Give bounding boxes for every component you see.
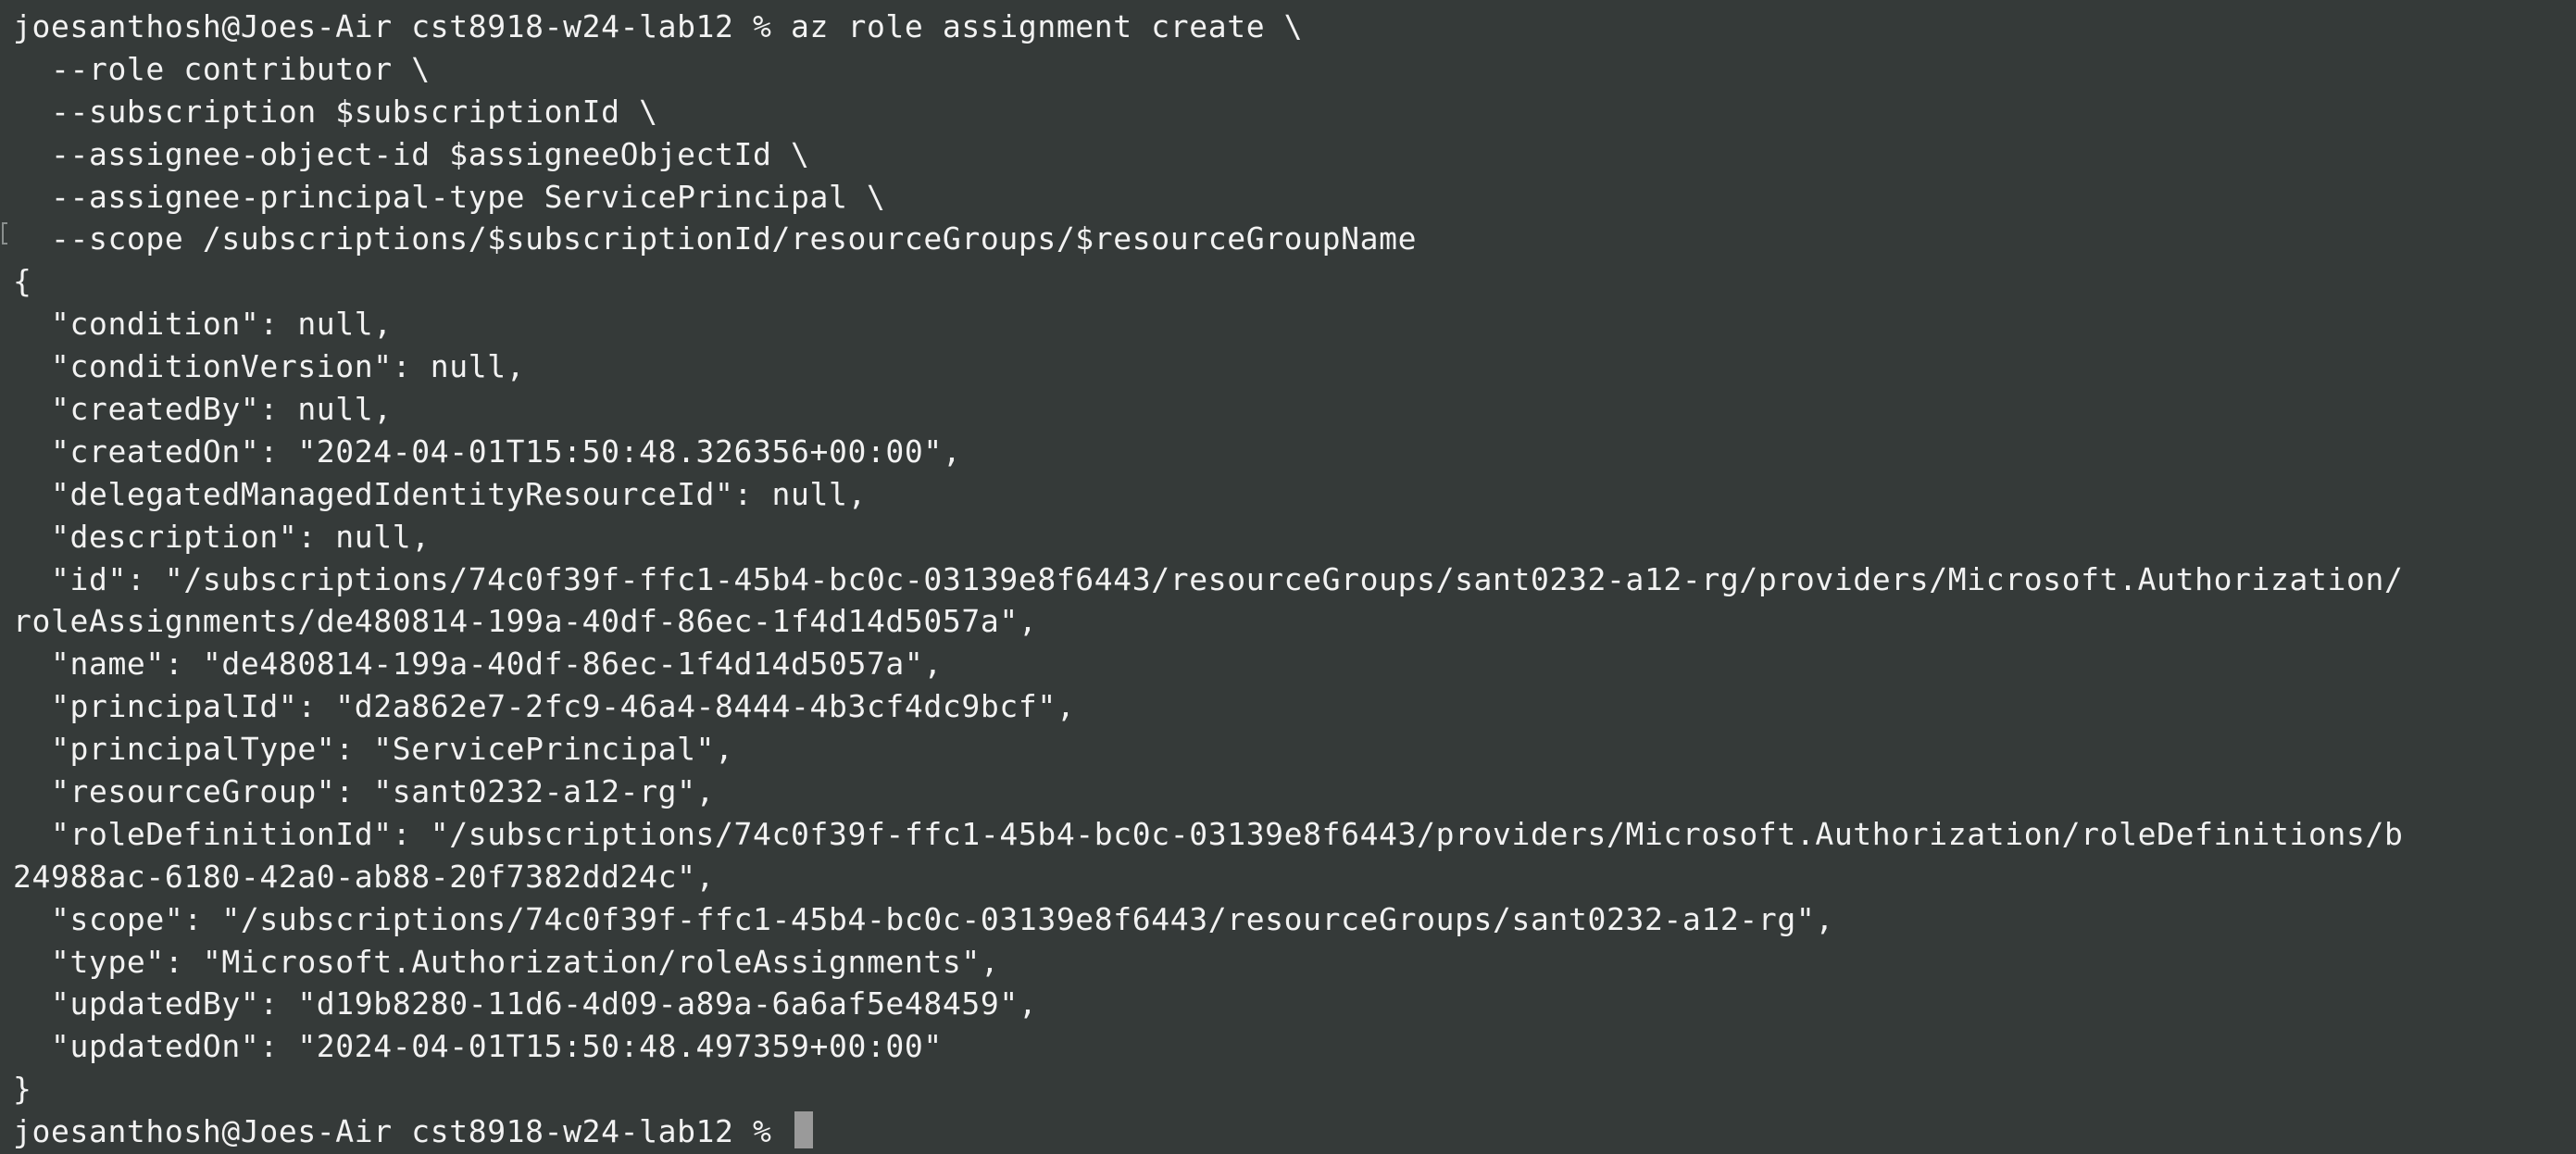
terminal-line: {	[13, 263, 32, 300]
terminal-line: "description": null,	[13, 518, 431, 555]
terminal-line: joesanthosh@Joes-Air cst8918-w24-lab12 %…	[13, 8, 1304, 44]
terminal-line: "conditionVersion": null,	[13, 348, 526, 385]
terminal-line: "scope": "/subscriptions/74c0f39f-ffc1-4…	[13, 900, 1834, 937]
terminal-line: }	[13, 1071, 32, 1108]
terminal-line: "updatedBy": "d19b8280-11d6-4d09-a89a-6a…	[13, 985, 1038, 1022]
terminal-line: --assignee-object-id $assigneeObjectId \	[13, 135, 810, 172]
terminal-line: "id": "/subscriptions/74c0f39f-ffc1-45b4…	[13, 560, 2404, 597]
terminal-line: 24988ac-6180-42a0-ab88-20f7382dd24c",	[13, 858, 716, 895]
terminal-line: "name": "de480814-199a-40df-86ec-1f4d14d…	[13, 646, 943, 683]
terminal-line: "principalId": "d2a862e7-2fc9-46a4-8444-…	[13, 688, 1076, 725]
text-cursor	[794, 1111, 813, 1149]
terminal-line: --scope /subscriptions/$subscriptionId/r…	[13, 220, 1418, 257]
terminal-line: "createdBy": null,	[13, 391, 393, 428]
command-mark-icon	[2, 222, 7, 245]
terminal-line: "roleDefinitionId": "/subscriptions/74c0…	[13, 815, 2404, 852]
terminal-line: "updatedOn": "2024-04-01T15:50:48.497359…	[13, 1028, 943, 1065]
terminal-line: "principalType": "ServicePrincipal",	[13, 731, 734, 768]
terminal-line: "delegatedManagedIdentityResourceId": nu…	[13, 475, 867, 512]
terminal-output: joesanthosh@Joes-Air cst8918-w24-lab12 %…	[13, 6, 2576, 1110]
terminal-line: "type": "Microsoft.Authorization/roleAss…	[13, 943, 1000, 980]
terminal-line: "resourceGroup": "sant0232-a12-rg",	[13, 773, 716, 810]
prompt-line[interactable]: joesanthosh@Joes-Air cst8918-w24-lab12 %	[13, 1110, 2576, 1153]
terminal-line: --role contributor \	[13, 50, 431, 87]
prompt-text: joesanthosh@Joes-Air cst8918-w24-lab12 %	[13, 1113, 791, 1150]
terminal-line: roleAssignments/de480814-199a-40df-86ec-…	[13, 603, 1038, 640]
terminal-line: --subscription $subscriptionId \	[13, 93, 658, 130]
terminal-line: --assignee-principal-type ServicePrincip…	[13, 178, 886, 215]
terminal-line: "createdOn": "2024-04-01T15:50:48.326356…	[13, 433, 962, 470]
terminal-line: "condition": null,	[13, 306, 393, 343]
terminal-window[interactable]: joesanthosh@Joes-Air cst8918-w24-lab12 %…	[0, 0, 2576, 1154]
